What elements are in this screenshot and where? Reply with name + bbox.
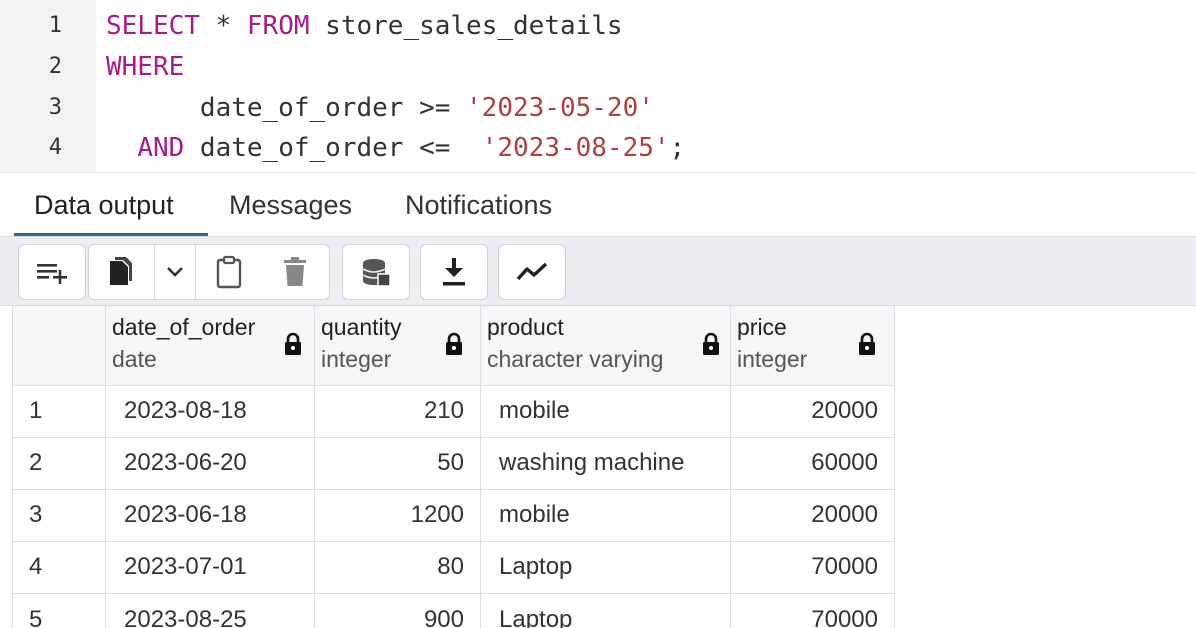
code-text[interactable]: WHERE	[106, 47, 184, 87]
sql-string: '2023-05-20'	[466, 93, 654, 123]
row-number-cell[interactable]: 4	[12, 542, 106, 594]
table-cell[interactable]: washing machine	[481, 438, 731, 490]
sql-text: ;	[669, 133, 686, 163]
table-cell[interactable]: 80	[315, 542, 481, 594]
output-tabs: Data output Messages Notifications	[0, 172, 1196, 236]
line-number: 4	[48, 135, 62, 160]
add-row-button[interactable]	[19, 245, 85, 299]
sql-string: '2023-08-25'	[481, 133, 670, 163]
copy-button[interactable]	[89, 245, 153, 299]
table-cell[interactable]: Laptop	[481, 594, 731, 628]
table-cell[interactable]: 2023-06-20	[106, 438, 315, 490]
column-name: product	[487, 314, 564, 340]
table-cell[interactable]: 2023-08-18	[106, 386, 315, 438]
row-number-cell[interactable]: 1	[12, 386, 106, 438]
column-header-product[interactable]: product character varying	[481, 306, 731, 386]
delete-icon	[284, 257, 306, 286]
copy-options-dropdown[interactable]	[155, 245, 195, 299]
chevron-down-icon	[167, 267, 183, 277]
copy-icon	[110, 257, 132, 285]
column-header-quantity[interactable]: quantity integer	[315, 306, 481, 386]
code-text[interactable]: AND date_of_order <= '2023-08-25';	[106, 128, 685, 168]
lock-icon	[859, 332, 875, 355]
tab-messages[interactable]: Messages	[229, 187, 352, 223]
table-cell[interactable]: 900	[315, 594, 481, 628]
download-button[interactable]	[421, 245, 487, 299]
table-cell[interactable]: mobile	[481, 490, 731, 542]
code-line[interactable]: 1 SELECT * FROM store_sales_details	[0, 6, 1196, 46]
download-button-group	[420, 244, 488, 300]
edit-button-group	[88, 244, 330, 300]
table-cell[interactable]: 20000	[731, 490, 895, 542]
column-header-price[interactable]: price integer	[731, 306, 895, 386]
table-cell[interactable]: 210	[315, 386, 481, 438]
table-cell[interactable]: 50	[315, 438, 481, 490]
graph-button-group	[498, 244, 566, 300]
lock-icon	[446, 332, 462, 355]
column-type: character varying	[487, 346, 664, 372]
save-data-button[interactable]	[343, 245, 409, 299]
table-cell[interactable]: 1200	[315, 490, 481, 542]
code-line[interactable]: 4 AND date_of_order <= '2023-08-25';	[0, 128, 1196, 168]
column-type: date	[112, 346, 157, 372]
sql-keyword: AND	[137, 133, 185, 163]
row-number-cell[interactable]: 3	[12, 490, 106, 542]
sql-keyword: SELECT	[106, 11, 200, 41]
line-number: 1	[48, 13, 62, 38]
code-line[interactable]: 3 date_of_order >= '2023-05-20'	[0, 88, 1196, 128]
paste-icon	[216, 255, 242, 289]
tab-notifications[interactable]: Notifications	[405, 187, 552, 223]
sql-text: date_of_order <=	[184, 133, 482, 163]
table-cell[interactable]: 2023-07-01	[106, 542, 315, 594]
sql-keyword: WHERE	[106, 52, 185, 82]
sql-text: date_of_order >=	[106, 93, 467, 123]
data-toolbar	[0, 236, 1196, 306]
delete-button[interactable]	[262, 245, 328, 299]
column-name: price	[737, 314, 787, 340]
table-cell[interactable]: 2023-06-18	[106, 490, 315, 542]
query-editor[interactable]: 1 SELECT * FROM store_sales_details 2 WH…	[0, 0, 1196, 172]
save-data-icon	[362, 259, 391, 287]
column-name: date_of_order	[112, 314, 256, 340]
save-data-button-group	[342, 244, 410, 300]
table-cell[interactable]: 70000	[731, 594, 895, 628]
graph-icon	[516, 262, 548, 281]
table-cell[interactable]: 2023-08-25	[106, 594, 315, 628]
code-text[interactable]: date_of_order >= '2023-05-20'	[106, 88, 654, 128]
column-type: integer	[321, 346, 392, 372]
lock-icon	[285, 332, 301, 355]
row-number-cell[interactable]: 2	[12, 438, 106, 490]
row-number-cell[interactable]: 5	[12, 594, 106, 628]
column-name: quantity	[321, 314, 402, 340]
graph-visualiser-button[interactable]	[499, 245, 565, 299]
paste-button[interactable]	[196, 245, 262, 299]
lock-icon	[703, 332, 719, 355]
add-row-button-group	[18, 244, 86, 300]
table-cell[interactable]: 70000	[731, 542, 895, 594]
table-cell[interactable]: mobile	[481, 386, 731, 438]
tab-data-output[interactable]: Data output	[34, 187, 174, 223]
sql-text: store_sales_details	[309, 11, 623, 41]
table-cell[interactable]: 60000	[731, 438, 895, 490]
sql-text: *	[199, 11, 247, 41]
table-cell[interactable]: 20000	[731, 386, 895, 438]
table-cell[interactable]: Laptop	[481, 542, 731, 594]
sql-keyword: FROM	[246, 11, 310, 41]
code-text[interactable]: SELECT * FROM store_sales_details	[106, 6, 623, 46]
download-icon	[443, 258, 465, 286]
code-line[interactable]: 2 WHERE	[0, 47, 1196, 87]
add-row-icon	[37, 264, 67, 284]
column-type: integer	[737, 346, 808, 372]
line-number: 3	[48, 95, 62, 120]
column-header-date-of-order[interactable]: date_of_order date	[106, 306, 315, 386]
row-number-header	[12, 306, 106, 386]
line-number: 2	[48, 54, 62, 79]
